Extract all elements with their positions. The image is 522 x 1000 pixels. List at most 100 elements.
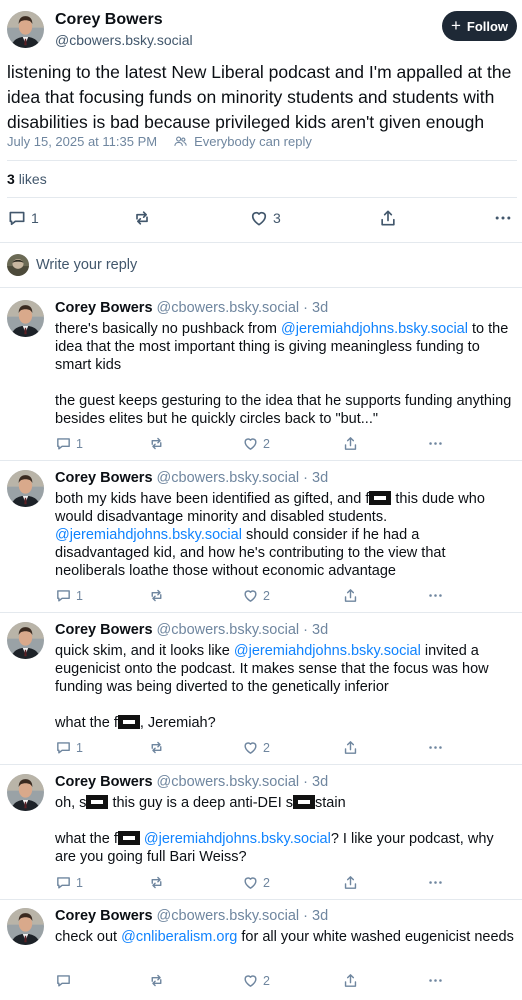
- reply-header: Corey Bowers @cbowers.bsky.social · 3d: [55, 470, 328, 486]
- repost-button[interactable]: [148, 874, 165, 891]
- reply-button[interactable]: 1: [55, 739, 83, 756]
- redaction-block: [86, 795, 109, 809]
- redaction-block: [369, 491, 392, 505]
- author-avatar[interactable]: [7, 11, 44, 48]
- reply-input-placeholder[interactable]: Write your reply: [36, 257, 137, 273]
- people-icon: [173, 134, 188, 149]
- author-name[interactable]: Corey Bowers: [55, 11, 163, 29]
- post-header: Corey Bowers @cbowers.bsky.social + Foll…: [0, 0, 522, 60]
- reply-avatar[interactable]: [7, 774, 44, 811]
- share-button[interactable]: [342, 972, 359, 989]
- mention-link[interactable]: @jeremiahdjohns.bsky.social: [55, 527, 242, 543]
- reply-header: Corey Bowers @cbowers.bsky.social · 3d: [55, 774, 328, 790]
- reply-post: Corey Bowers @cbowers.bsky.social · 3d b…: [0, 470, 522, 610]
- reply-author-handle[interactable]: @cbowers.bsky.social: [157, 908, 300, 924]
- reply-author-handle[interactable]: @cbowers.bsky.social: [157, 470, 300, 486]
- text-segment: stain: [315, 795, 346, 811]
- mention-link[interactable]: @jeremiahdjohns.bsky.social: [234, 643, 421, 659]
- reply-button[interactable]: 1: [55, 874, 83, 891]
- more-options-button[interactable]: [493, 208, 513, 228]
- text-segment: , Jeremiah?: [139, 715, 216, 731]
- reply-author-name[interactable]: Corey Bowers: [55, 470, 153, 486]
- like-button[interactable]: 2: [242, 739, 270, 756]
- repost-button[interactable]: [148, 972, 165, 989]
- more-options-button[interactable]: [427, 739, 444, 756]
- mention-link[interactable]: @jeremiahdjohns.bsky.social: [281, 321, 468, 337]
- reply-audience[interactable]: Everybody can reply: [194, 134, 312, 149]
- reply-post: Corey Bowers @cbowers.bsky.social · 3d t…: [0, 300, 522, 460]
- speech-bubble-icon: [55, 972, 72, 989]
- text-segment: the guest keeps gesturing to the idea th…: [55, 393, 512, 427]
- reply-age[interactable]: · 3d: [303, 622, 328, 638]
- author-handle[interactable]: @cbowers.bsky.social: [55, 32, 193, 48]
- like-button[interactable]: 2: [242, 587, 270, 604]
- user-avatar: [7, 254, 29, 276]
- reply-author-name[interactable]: Corey Bowers: [55, 622, 153, 638]
- reply-composer[interactable]: Write your reply: [0, 252, 522, 278]
- repost-button[interactable]: [132, 208, 152, 228]
- reply-header: Corey Bowers @cbowers.bsky.social · 3d: [55, 622, 328, 638]
- likes-count: 3: [7, 171, 15, 187]
- more-options-button[interactable]: [427, 435, 444, 452]
- likes-summary[interactable]: 3 likes: [7, 171, 47, 187]
- reply-author-name[interactable]: Corey Bowers: [55, 774, 153, 790]
- repost-button[interactable]: [148, 587, 165, 604]
- reply-avatar[interactable]: [7, 470, 44, 507]
- reply-age[interactable]: · 3d: [303, 300, 328, 316]
- follow-button[interactable]: + Follow: [442, 11, 517, 41]
- text-segment: oh, s: [55, 795, 87, 811]
- reply-author-handle[interactable]: @cbowers.bsky.social: [157, 622, 300, 638]
- reply-age[interactable]: · 3d: [303, 908, 328, 924]
- like-button[interactable]: 2: [242, 435, 270, 452]
- like-button[interactable]: 3: [249, 208, 281, 228]
- repost-arrows-icon: [148, 972, 165, 989]
- repost-button[interactable]: [148, 739, 165, 756]
- reply-header: Corey Bowers @cbowers.bsky.social · 3d: [55, 908, 328, 924]
- heart-icon: [249, 208, 269, 228]
- reply-actions: 2: [0, 972, 522, 990]
- reply-button[interactable]: 1: [7, 208, 39, 228]
- post-timestamp[interactable]: July 15, 2025 at 11:35 PM: [7, 134, 157, 149]
- more-options-button[interactable]: [427, 972, 444, 989]
- share-button[interactable]: [342, 435, 359, 452]
- reply-button[interactable]: [55, 972, 72, 989]
- reply-count: 1: [76, 436, 83, 451]
- share-button[interactable]: [342, 739, 359, 756]
- reply-author-name[interactable]: Corey Bowers: [55, 300, 153, 316]
- divider: [0, 899, 522, 900]
- reply-age[interactable]: · 3d: [303, 774, 328, 790]
- reply-actions: 1 2: [0, 739, 522, 757]
- reply-post: Corey Bowers @cbowers.bsky.social · 3d q…: [0, 622, 522, 762]
- reply-actions: 1 2: [0, 874, 522, 892]
- reply-button[interactable]: 1: [55, 587, 83, 604]
- more-options-button[interactable]: [427, 587, 444, 604]
- reply-author-name[interactable]: Corey Bowers: [55, 908, 153, 924]
- repost-arrows-icon: [148, 874, 165, 891]
- heart-icon: [242, 587, 259, 604]
- like-count: 2: [263, 973, 270, 988]
- speech-bubble-icon: [55, 874, 72, 891]
- like-button[interactable]: 2: [242, 972, 270, 989]
- text-segment: quick skim, and it looks like: [55, 643, 234, 659]
- reply-author-handle[interactable]: @cbowers.bsky.social: [157, 300, 300, 316]
- mention-link[interactable]: @jeremiahdjohns.bsky.social: [144, 831, 331, 847]
- reply-text: quick skim, and it looks like @jeremiahd…: [55, 642, 515, 732]
- mention-link[interactable]: @cnliberalism.org: [121, 929, 237, 945]
- reply-text: both my kids have been identified as gif…: [55, 490, 515, 580]
- text-segment: there's basically no pushback from: [55, 321, 282, 337]
- reply-author-handle[interactable]: @cbowers.bsky.social: [157, 774, 300, 790]
- reply-count: 1: [76, 588, 83, 603]
- share-button[interactable]: [342, 587, 359, 604]
- ellipsis-icon: [427, 435, 444, 452]
- repost-button[interactable]: [148, 435, 165, 452]
- reply-avatar[interactable]: [7, 622, 44, 659]
- like-button[interactable]: 2: [242, 874, 270, 891]
- reply-button[interactable]: 1: [55, 435, 83, 452]
- reply-age[interactable]: · 3d: [303, 470, 328, 486]
- share-button[interactable]: [378, 208, 398, 228]
- reply-avatar[interactable]: [7, 300, 44, 337]
- like-count: 3: [273, 210, 281, 226]
- share-button[interactable]: [342, 874, 359, 891]
- reply-avatar[interactable]: [7, 908, 44, 945]
- more-options-button[interactable]: [427, 874, 444, 891]
